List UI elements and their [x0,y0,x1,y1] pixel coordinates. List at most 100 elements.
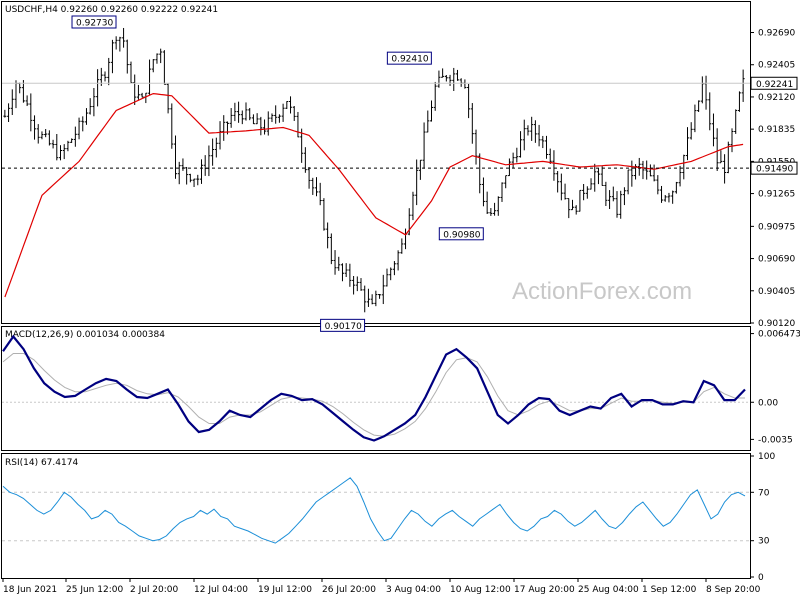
price-bar [504,175,508,189]
price-bar [689,122,693,140]
x-tick-label: 12 Jul 04:00 [194,585,248,595]
price-bar [263,119,267,135]
price-bar [697,100,701,113]
price-bar [303,147,307,173]
price-bar [619,190,623,219]
price-bar [455,69,459,81]
price-bar [437,70,441,88]
rsi-tick-label: 100 [758,452,775,462]
rsi-title: RSI(14) 67.4174 [5,458,78,468]
price-tick-label: 0.90975 [758,222,795,232]
price-bar [352,275,356,295]
price-bar [570,199,574,211]
price-bar [622,187,626,206]
price-bar [107,57,111,86]
price-bar [641,160,645,180]
price-bar [678,165,682,187]
price-bar [355,276,359,292]
price-bar [277,114,281,123]
macd-panel-frame [1,326,751,451]
price-bar [259,116,263,136]
price-bar [693,104,697,133]
price-bar [411,191,415,221]
macd-signal-line [2,353,745,437]
price-bar [522,119,526,151]
price-bar [314,177,318,197]
price-bar [118,36,122,52]
price-bar [196,174,200,186]
x-tick-label: 25 Aug 04:00 [578,585,639,595]
price-bar [133,74,137,105]
price-bar [548,148,552,164]
price-bar [404,228,408,250]
price-bar [84,108,88,125]
rsi-tick-label: 70 [758,488,770,498]
price-bar [533,120,537,143]
price-bar [14,80,18,109]
price-bar [507,158,511,177]
price-bar [162,50,166,85]
price-bar [626,169,630,195]
rsi-line [2,477,746,544]
price-bar [192,178,196,188]
price-bar [541,135,545,149]
price-bar [389,267,393,281]
price-bar [344,263,348,278]
price-bar [185,166,189,185]
price-bar [478,153,482,194]
price-bar [526,125,530,136]
price-bar [530,116,534,141]
price-bar [648,164,652,177]
price-bar [582,184,586,201]
price-bar [652,164,656,182]
price-bar [608,190,612,210]
price-bar [110,39,114,74]
price-bar [159,48,163,64]
price-bar [62,144,66,160]
price-bar [3,109,7,118]
price-bar [337,256,341,271]
macd-title: MACD(12,26,9) 0.001034 0.000384 [5,330,165,340]
price-bar [374,290,378,307]
price-bar [340,263,344,282]
price-bar [392,261,396,276]
price-bar [660,185,664,203]
price-bar [474,129,478,165]
price-bar [29,93,33,132]
price-bar [114,36,118,50]
price-bar [136,84,140,100]
price-bar [296,111,300,138]
price-bar [500,182,504,202]
price-bar [55,134,59,161]
price-bar [92,88,96,117]
price-bar [174,135,178,179]
price-bar [66,140,70,152]
price-bar [604,181,608,207]
price-bar [663,195,667,202]
price-bar [88,98,92,115]
price-bar [233,102,237,122]
price-title: USDCHF,H4 0.92260 0.92260 0.92222 0.9224… [5,5,218,15]
price-bar [122,27,126,48]
price-bar [155,53,159,64]
price-bar [600,166,604,186]
price-bar [125,39,129,74]
price-bar [415,159,419,206]
price-bar [519,131,523,158]
x-tick-label: 2 Jul 20:00 [130,585,179,595]
moving-average-line [4,92,744,298]
price-bar [318,182,322,206]
x-tick-label: 10 Aug 12:00 [450,585,511,595]
price-bar [556,171,560,193]
price-bar [166,83,170,114]
price-bar [237,101,241,123]
extreme-label: 0.92410 [391,55,428,65]
price-bar [47,130,51,146]
price-bar [322,198,326,231]
price-bar [537,124,541,147]
price-bar [81,116,85,132]
current-price-label: 0.92241 [756,80,793,90]
price-tick-label: 0.92690 [758,29,795,39]
price-bar [444,75,448,82]
price-bar [585,186,589,199]
